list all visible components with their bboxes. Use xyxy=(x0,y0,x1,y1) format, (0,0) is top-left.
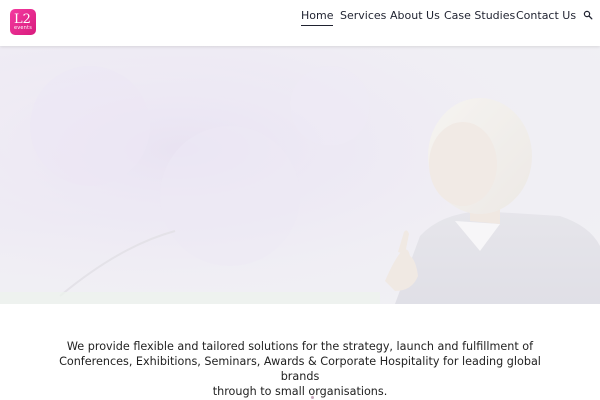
search-icon[interactable] xyxy=(583,10,593,20)
nav-item-about-us[interactable]: About Us xyxy=(390,9,440,23)
intro-line: Conferences, Exhibitions, Seminars, Awar… xyxy=(59,355,541,383)
svg-text:L2: L2 xyxy=(14,12,31,25)
site-header: L2 events Home Services About Us Case St… xyxy=(0,0,600,46)
hero-banner xyxy=(0,46,600,304)
nav-item-contact-us[interactable]: Contact Us xyxy=(516,9,576,23)
logo-subtitle: events xyxy=(13,25,33,31)
logo[interactable]: L2 events xyxy=(10,9,36,35)
nav-item-case-studies[interactable]: Case Studies xyxy=(444,9,515,23)
intro-line: through to small organisations. xyxy=(212,385,388,398)
nav-item-home[interactable]: Home xyxy=(301,9,334,26)
intro-line: We provide flexible and tailored solutio… xyxy=(66,340,534,353)
logo-mark: L2 xyxy=(14,12,31,25)
intro-text: We provide flexible and tailored solutio… xyxy=(40,339,560,399)
hero-overlay xyxy=(0,46,600,304)
scroll-indicator xyxy=(311,396,314,399)
nav-item-services[interactable]: Services xyxy=(340,9,386,23)
